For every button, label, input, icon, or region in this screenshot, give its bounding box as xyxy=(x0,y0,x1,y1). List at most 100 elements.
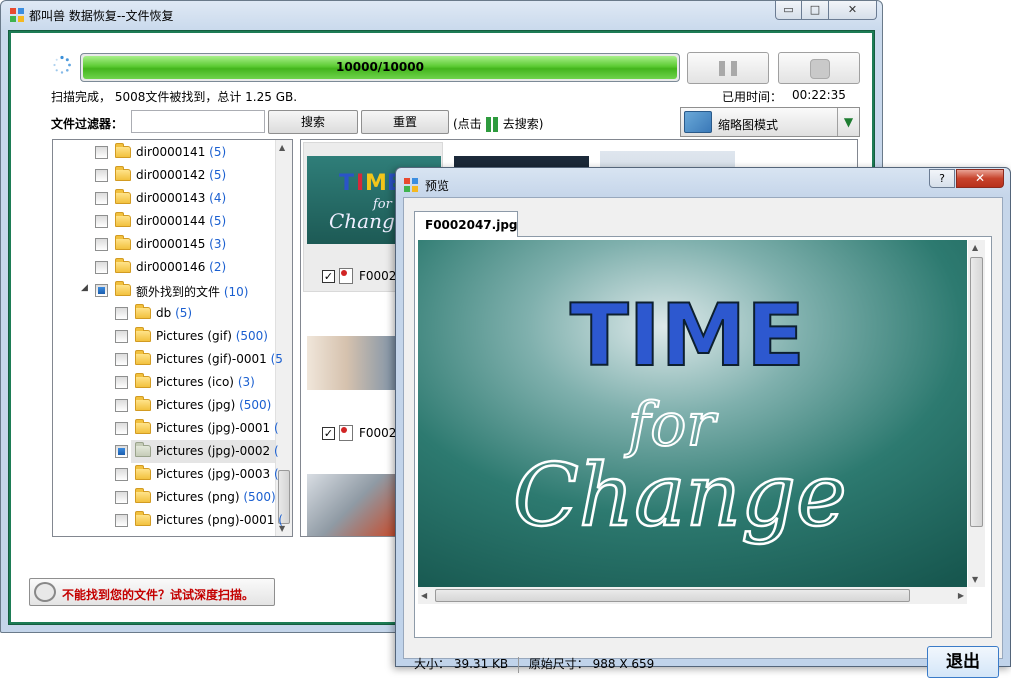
spinner-icon xyxy=(53,55,71,74)
tree-item[interactable]: dir0000145 (3) xyxy=(53,233,275,256)
tree-item-checkbox[interactable] xyxy=(115,491,128,504)
tree-item-name: Pictures (jpg) xyxy=(156,398,236,412)
tree-item[interactable]: Pictures (jpg)-0001 ( xyxy=(53,417,279,440)
tree-item-checkbox[interactable] xyxy=(115,468,128,481)
tree-item-checkbox[interactable] xyxy=(115,514,128,527)
scan-status: 扫描完成， 5008文件被找到，总计 1.25 GB. xyxy=(51,90,298,104)
pause-button[interactable] xyxy=(687,52,769,84)
filter-input[interactable] xyxy=(131,110,265,133)
image-word-time: TIME xyxy=(570,286,805,386)
tree-item[interactable]: Pictures (gif)-0001 (5 xyxy=(53,348,283,371)
thumbnail-checkbox[interactable]: ✓ xyxy=(322,427,335,440)
stop-icon xyxy=(810,59,830,79)
tree-item-label: Pictures (jpg)-0003 ( xyxy=(156,467,279,481)
tree-item-checkbox[interactable] xyxy=(115,307,128,320)
thumbnail-image[interactable] xyxy=(307,336,405,390)
scroll-left-icon[interactable]: ◀ xyxy=(421,591,427,600)
tree-item-checkbox[interactable] xyxy=(95,261,108,274)
tree-item-checkbox[interactable] xyxy=(115,353,128,366)
tree-item-count: (3) xyxy=(209,237,227,251)
preview-close-button[interactable]: ✕ xyxy=(956,169,1004,188)
tree-item-name: Pictures (png)-0001 xyxy=(156,513,275,527)
tree-item-checkbox[interactable] xyxy=(95,192,108,205)
deep-scan-button[interactable]: 不能找到您的文件？试试深度扫描。 xyxy=(29,578,275,606)
tree-item[interactable]: Pictures (gif) (500) xyxy=(53,325,275,348)
preview-title: 预览 xyxy=(425,179,450,193)
preview-image: TIME for Change xyxy=(418,240,967,587)
tree-item-checkbox[interactable] xyxy=(95,146,108,159)
expand-collapse-icon[interactable]: ◢ xyxy=(81,283,88,293)
stop-button[interactable] xyxy=(778,52,860,84)
tree-item-checkbox[interactable] xyxy=(115,399,128,412)
preview-tab-area: F0002047.jpg TIME for Change ▲ ▼ ◀ ▶ xyxy=(414,208,992,638)
tree-item[interactable]: dir0000143 (4) xyxy=(53,187,275,210)
preview-hscroll-thumb[interactable] xyxy=(435,589,910,602)
tree-item[interactable]: dir0000142 (5) xyxy=(53,164,275,187)
help-icon: ? xyxy=(939,172,945,185)
window-title: 都叫兽 数据恢复--文件恢复 xyxy=(29,9,174,23)
tree-item[interactable]: Pictures (jpg) (500) xyxy=(53,394,275,417)
folder-tree[interactable]: ▲ ▼ dir0000141 (5) dir0000142 (5) dir00001… xyxy=(52,139,293,537)
tree-item[interactable]: Pictures (ico) (3) xyxy=(53,371,275,394)
preview-vscroll-thumb[interactable] xyxy=(970,257,983,527)
tree-item[interactable]: Pictures (jpg)-0003 ( xyxy=(53,463,279,486)
tree-item-name: Pictures (ico) xyxy=(156,375,234,389)
tree-item[interactable]: db (5) xyxy=(53,302,275,325)
tree-item-name: Pictures (jpg)-0002 xyxy=(156,444,271,458)
tree-item-count: (5 xyxy=(270,352,283,366)
tree-item[interactable]: Pictures (jpg)-0002 ( xyxy=(115,440,279,463)
tree-item-checkbox[interactable] xyxy=(95,284,108,297)
tree-item[interactable]: dir0000144 (5) xyxy=(53,210,275,233)
tree-item-count: (5) xyxy=(175,306,193,320)
tree-item-checkbox[interactable] xyxy=(115,330,128,343)
tree-item[interactable]: Pictures (png)-0001 ( xyxy=(53,509,283,532)
tree-item-count: (4) xyxy=(209,191,227,205)
preview-dialog: 预览 ? ✕ F0002047.jpg TIME for Change ▲ ▼ … xyxy=(395,167,1011,678)
tree-item[interactable]: dir0000146 (2) xyxy=(53,256,275,279)
tree-item-checkbox[interactable] xyxy=(95,215,108,228)
thumbnail-image[interactable] xyxy=(307,474,399,536)
dropdown-arrow-icon[interactable]: ▼ xyxy=(837,108,859,136)
tab-file[interactable]: F0002047.jpg xyxy=(414,211,518,237)
tree-item[interactable]: dir0000141 (5) xyxy=(53,141,275,164)
tree-item-checkbox[interactable] xyxy=(115,422,128,435)
maximize-button[interactable]: □ xyxy=(802,1,829,20)
folder-icon xyxy=(115,189,131,204)
minimize-icon: ▭ xyxy=(783,3,794,16)
tree-item-checkbox[interactable] xyxy=(95,169,108,182)
tree-item[interactable]: Pictures (png) (500) xyxy=(53,486,276,509)
tree-item-label: db (5) xyxy=(156,306,192,320)
search-button[interactable]: 搜索 xyxy=(268,110,358,134)
tree-item-label: 额外找到的文件 (10) xyxy=(136,283,248,300)
preview-tab-body: TIME for Change ▲ ▼ ◀ ▶ xyxy=(414,236,992,638)
tree-item-name: dir0000145 xyxy=(136,237,206,251)
tree-item-checkbox[interactable] xyxy=(115,376,128,389)
folder-icon xyxy=(115,166,131,181)
scroll-right-icon[interactable]: ▶ xyxy=(958,591,964,600)
tree-item-count: (5) xyxy=(209,145,227,159)
title-bar[interactable]: 都叫兽 数据恢复--文件恢复 ▭ □ ✕ xyxy=(1,1,882,29)
tree-item-count: ( xyxy=(278,513,283,527)
folder-icon xyxy=(115,235,131,250)
tree-item-checkbox[interactable] xyxy=(95,238,108,251)
scroll-up-icon[interactable]: ▲ xyxy=(972,243,978,252)
exit-button[interactable]: 退出 xyxy=(927,646,999,678)
view-mode-dropdown[interactable]: 缩略图模式 ▼ xyxy=(680,107,860,137)
thumbnail-checkbox[interactable]: ✓ xyxy=(322,270,335,283)
tree-item-checkbox[interactable] xyxy=(115,445,128,458)
folder-icon xyxy=(135,419,151,434)
preview-vscrollbar[interactable]: ▲ ▼ xyxy=(968,240,985,587)
scroll-up-icon[interactable]: ▲ xyxy=(279,143,285,152)
tree-item-label: Pictures (jpg)-0002 ( xyxy=(156,444,279,458)
view-mode-label: 缩略图模式 xyxy=(718,118,779,132)
minimize-button[interactable]: ▭ xyxy=(775,1,802,20)
preview-client: F0002047.jpg TIME for Change ▲ ▼ ◀ ▶ 大小：… xyxy=(403,197,1003,678)
tree-item-label: dir0000145 (3) xyxy=(136,237,226,251)
scroll-down-icon[interactable]: ▼ xyxy=(972,575,978,584)
size-value: 39.31 KB xyxy=(453,657,509,671)
reset-button[interactable]: 重置 xyxy=(361,110,449,134)
close-button[interactable]: ✕ xyxy=(829,1,877,20)
preview-hscrollbar[interactable]: ◀ ▶ xyxy=(418,587,967,604)
tree-item[interactable]: ◢ 额外找到的文件 (10) xyxy=(53,279,275,302)
help-button[interactable]: ? xyxy=(929,169,955,188)
